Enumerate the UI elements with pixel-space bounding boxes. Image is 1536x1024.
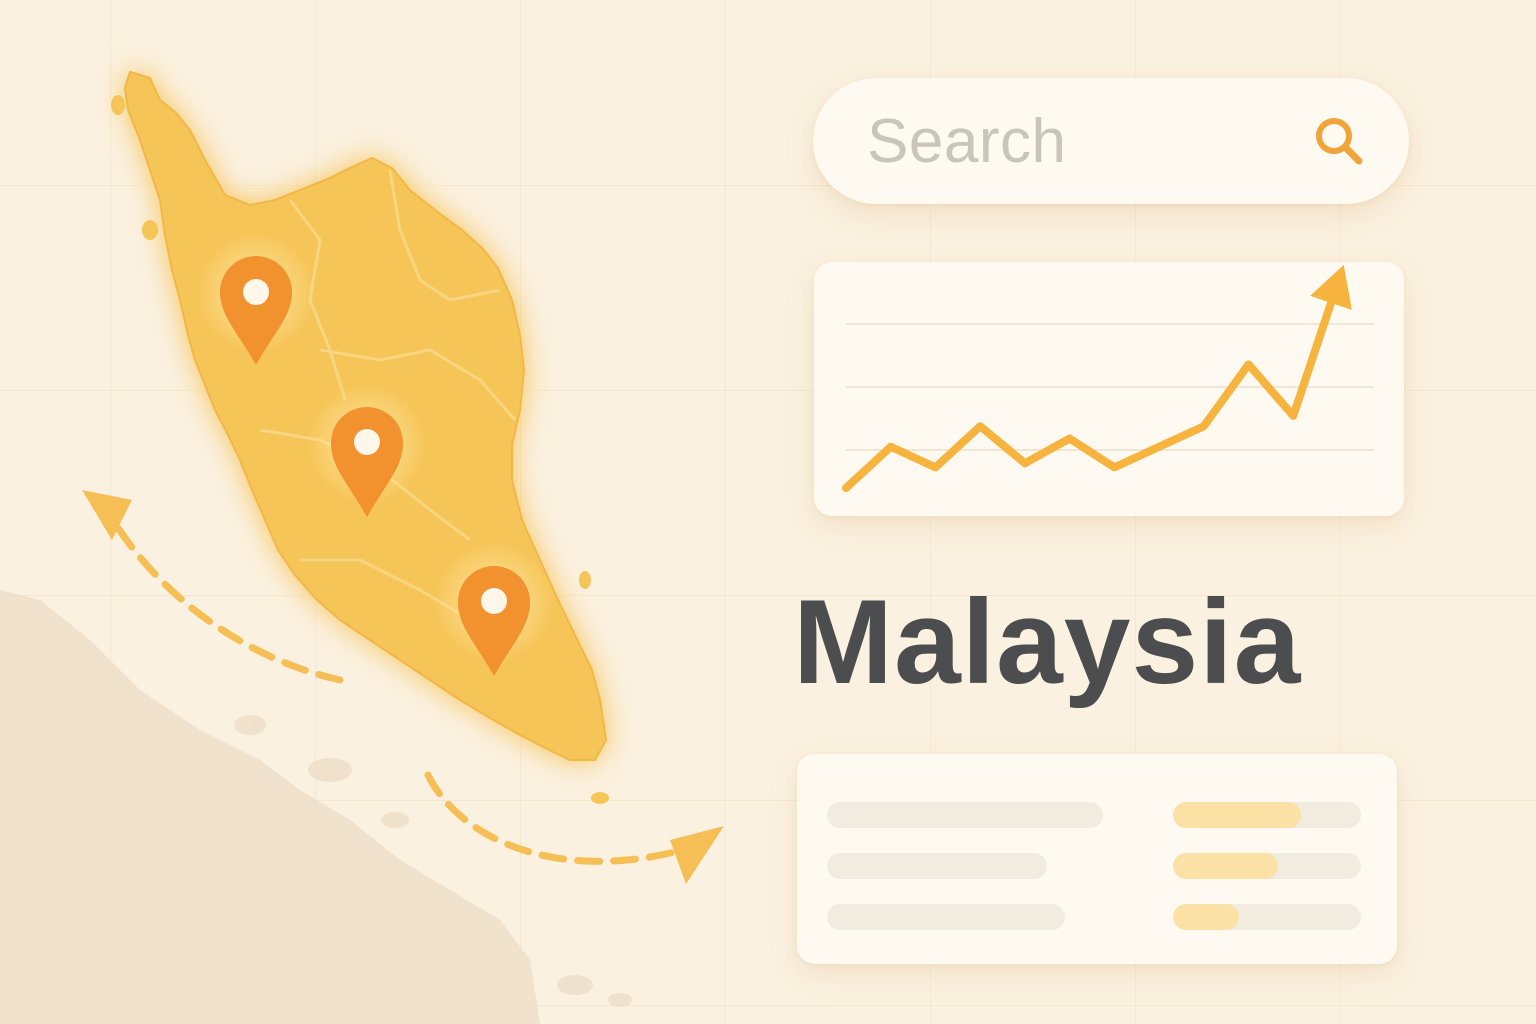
list-item-label-placeholder bbox=[827, 904, 1065, 930]
chart-gridlines bbox=[846, 323, 1374, 451]
list-item bbox=[797, 904, 1397, 930]
search-bar[interactable]: Search bbox=[813, 78, 1409, 204]
trend-line bbox=[842, 278, 1342, 492]
search-input[interactable]: Search bbox=[867, 106, 1309, 177]
list-item bbox=[797, 853, 1397, 879]
list-item-label-placeholder bbox=[827, 802, 1103, 828]
progress-track bbox=[1173, 802, 1361, 828]
dashed-arrow-east bbox=[424, 771, 724, 884]
list-item-label-placeholder bbox=[827, 853, 1047, 879]
page-title: Malaysia bbox=[793, 575, 1302, 709]
data-list-card bbox=[797, 754, 1397, 964]
progress-fill bbox=[1173, 904, 1239, 930]
progress-fill bbox=[1173, 802, 1301, 828]
map-panel[interactable] bbox=[0, 0, 760, 1024]
trend-chart bbox=[842, 264, 1374, 492]
progress-track bbox=[1173, 853, 1361, 879]
arrowhead-icon bbox=[670, 826, 724, 884]
progress-fill bbox=[1173, 853, 1279, 879]
list-item bbox=[797, 802, 1397, 828]
progress-track bbox=[1173, 904, 1361, 930]
search-icon[interactable] bbox=[1309, 111, 1369, 171]
